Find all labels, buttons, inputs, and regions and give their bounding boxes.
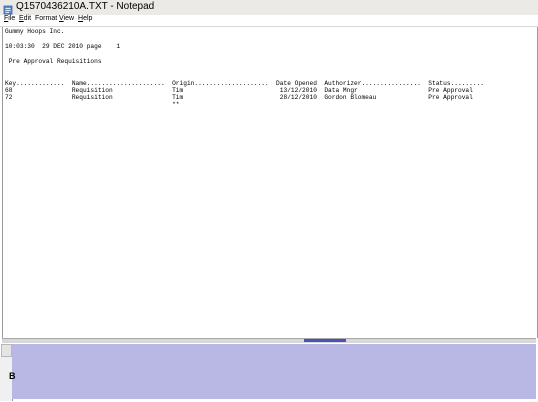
- menu-format-label: Format: [35, 15, 58, 22]
- row-line-68: 68 Requisition Tim 13/12/2010 Data Mngr …: [5, 87, 473, 94]
- menu-bar: File Edit Format View Help: [0, 15, 538, 27]
- menu-view-label: iew: [63, 15, 75, 22]
- menu-file[interactable]: File: [4, 15, 15, 22]
- row-line-72: 72 Requisition Tim 28/12/2010 Gordon Blo…: [5, 94, 473, 101]
- letter-b-label: B: [9, 371, 16, 381]
- report-title-line: Pre Approval Requisitions: [5, 58, 102, 65]
- menu-help[interactable]: Help: [78, 15, 92, 22]
- window-corner-icon: [1, 344, 12, 357]
- company-line: Gummy Hoops Inc.: [5, 28, 65, 35]
- row-line-stars: **: [5, 101, 180, 108]
- menu-help-label: elp: [83, 15, 93, 22]
- menu-view[interactable]: View: [59, 15, 74, 22]
- title-bar: Q1570436210A.TXT - Notepad: [0, 0, 538, 16]
- window-title: Q1570436210A.TXT - Notepad: [16, 1, 155, 12]
- notepad-icon: [3, 2, 13, 15]
- background-window: B: [0, 343, 538, 402]
- column-header-line: Key............. Name...................…: [5, 80, 484, 87]
- scrollbar-thumb[interactable]: [304, 339, 346, 342]
- menu-file-label: ile: [8, 15, 16, 22]
- menu-edit[interactable]: Edit: [19, 15, 31, 22]
- timestamp-line: 10:03:30 29 DEC 2010 page 1: [5, 43, 121, 50]
- lavender-panel: [12, 344, 536, 399]
- menu-edit-label: dit: [23, 15, 32, 22]
- menu-format[interactable]: Format: [35, 15, 57, 22]
- text-editor-area[interactable]: Gummy Hoops Inc. 10:03:30 29 DEC 2010 pa…: [2, 27, 538, 338]
